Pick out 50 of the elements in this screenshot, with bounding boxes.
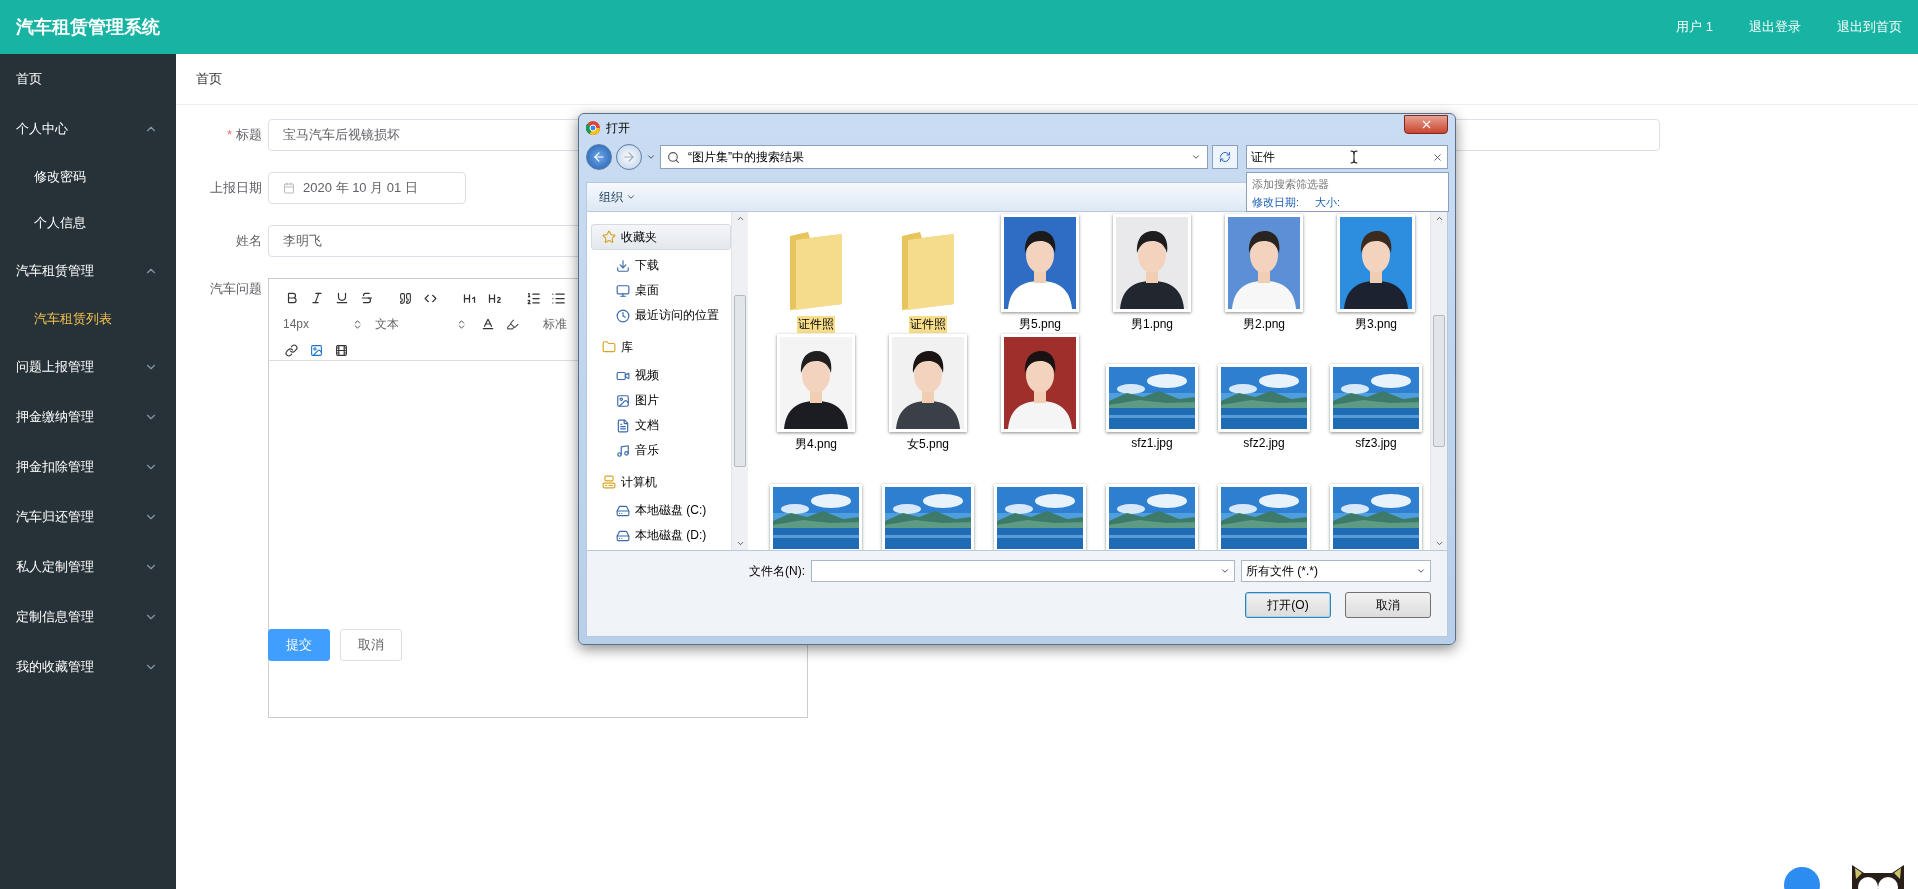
filter-link[interactable]: 修改日期:: [1252, 195, 1300, 210]
organize-menu[interactable]: 组织: [599, 188, 636, 206]
nav-item[interactable]: 本地磁盘 (D:): [591, 523, 731, 548]
sidebar-item[interactable]: 首页: [0, 54, 176, 104]
nav-item[interactable]: 视频: [591, 363, 731, 388]
sidebar-item[interactable]: 私人定制管理: [0, 542, 176, 592]
nav-item[interactable]: 图片: [591, 388, 731, 413]
file-type-select[interactable]: 所有文件 (*.*): [1241, 560, 1431, 582]
cancel-button[interactable]: 取消: [1345, 592, 1431, 618]
sidebar-item[interactable]: 定制信息管理: [0, 592, 176, 642]
sidebar-item[interactable]: 押金缴纳管理: [0, 392, 176, 442]
nav-item[interactable]: 音乐: [591, 438, 731, 463]
sidebar-item[interactable]: 汽车归还管理: [0, 492, 176, 542]
file-item[interactable]: 证件照: [872, 216, 984, 336]
nav-item[interactable]: 最近访问的位置: [591, 303, 731, 328]
suggestion-hint: 添加搜索筛选器: [1252, 177, 1330, 192]
nav-item[interactable]: 桌面: [591, 278, 731, 303]
sidebar-item[interactable]: 汽车租赁管理: [0, 246, 176, 296]
breadcrumb[interactable]: 首页: [176, 54, 1918, 105]
file-item[interactable]: sfz2.jpg: [1208, 336, 1320, 456]
date-field[interactable]: 2020 年 10 月 01 日: [268, 172, 466, 204]
open-button[interactable]: 打开(O): [1245, 592, 1331, 618]
sidebar-subitem[interactable]: 修改密码: [0, 154, 176, 200]
field-label: 上报日期: [209, 179, 263, 197]
nav-item[interactable]: 收藏夹: [591, 224, 731, 250]
nav-item[interactable]: 库: [591, 334, 731, 360]
search-field[interactable]: 证件: [1246, 145, 1448, 169]
sidebar-item[interactable]: 押金扣除管理: [0, 442, 176, 492]
nav-item[interactable]: 本地磁盘 (C:): [591, 498, 731, 523]
font-size-select[interactable]: 14px: [279, 317, 371, 331]
field-label: * 标题: [225, 126, 263, 144]
cancel-button[interactable]: 取消: [340, 629, 402, 661]
dialog-title: 打开: [606, 119, 631, 137]
file-item[interactable]: sfz3.jpg: [1320, 336, 1430, 456]
nav-item[interactable]: 文档: [591, 413, 731, 438]
sidebar-item[interactable]: 个人中心: [0, 104, 176, 154]
address-bar[interactable]: “图片集”中的搜索结果: [660, 145, 1208, 169]
field-label: 姓名: [235, 232, 263, 250]
field-label: 汽车问题: [209, 280, 263, 298]
file-item[interactable]: sfz1.jpg: [1096, 336, 1208, 456]
block-type-select[interactable]: 文本: [371, 315, 475, 333]
nav-item[interactable]: 下载: [591, 253, 731, 278]
file-name-label: 文件名(N):: [749, 562, 805, 580]
filter-link[interactable]: 大小:: [1315, 195, 1341, 210]
sidebar-item[interactable]: 问题上报管理: [0, 342, 176, 392]
app-title: 汽车租赁管理系统: [16, 16, 160, 39]
sidebar-item[interactable]: 我的收藏管理: [0, 642, 176, 692]
nav-item[interactable]: 计算机: [591, 469, 731, 495]
sidebar-subitem[interactable]: 个人信息: [0, 200, 176, 246]
sidebar-subitem[interactable]: 汽车租赁列表: [0, 296, 176, 342]
